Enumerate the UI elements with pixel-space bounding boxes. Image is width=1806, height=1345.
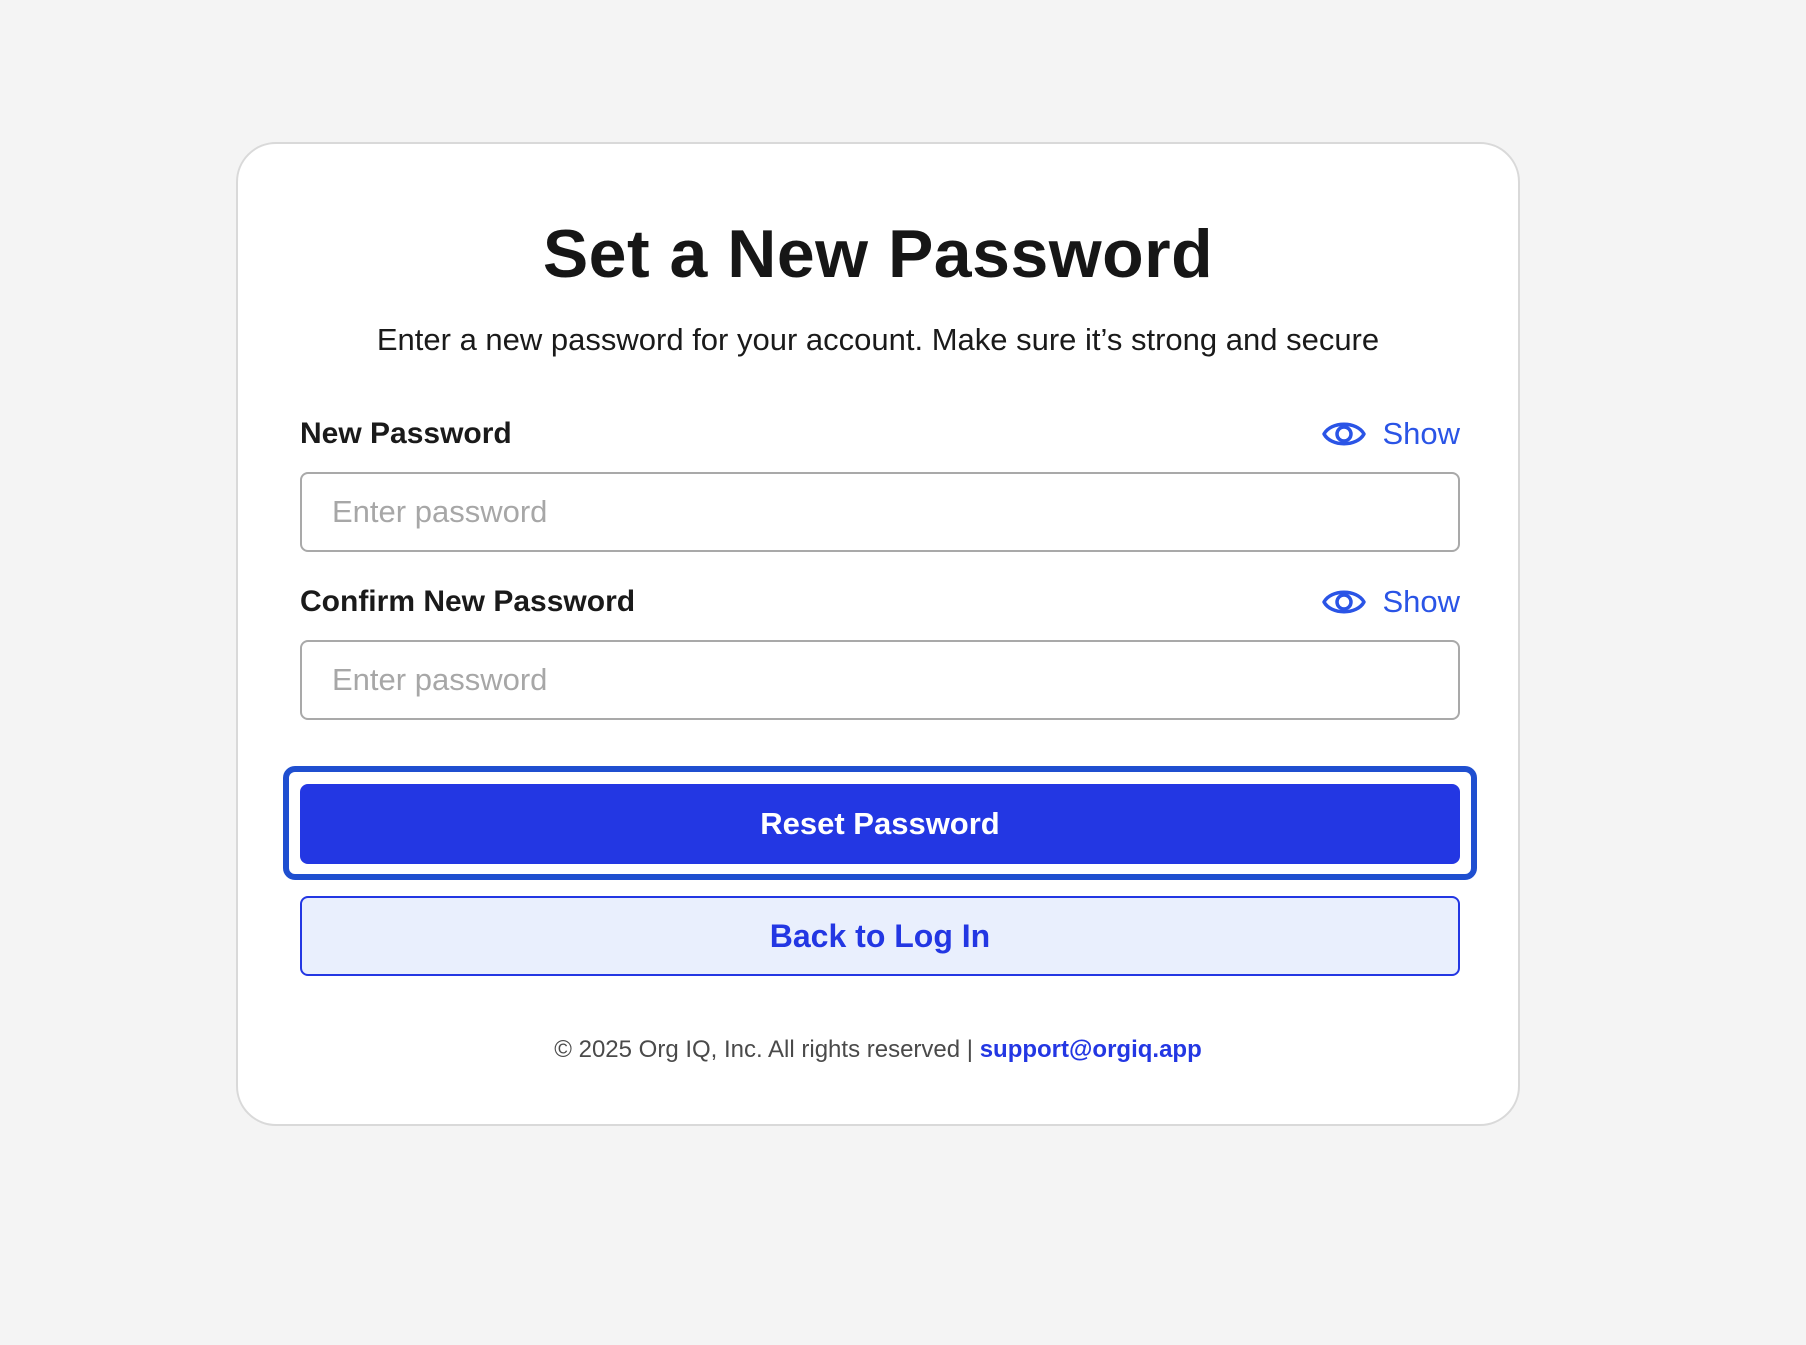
confirm-password-label-row: Confirm New Password Show: [300, 580, 1460, 624]
confirm-password-show-toggle[interactable]: Show: [1322, 580, 1460, 624]
reset-password-button[interactable]: Reset Password: [300, 784, 1460, 864]
new-password-label: New Password: [300, 417, 512, 450]
new-password-show-label: Show: [1382, 416, 1460, 451]
new-password-input[interactable]: [300, 472, 1460, 552]
support-email-link[interactable]: support@orgiq.app: [980, 1036, 1202, 1063]
confirm-password-show-label: Show: [1382, 584, 1460, 619]
copyright-text: © 2025 Org IQ, Inc. All rights reserved …: [554, 1036, 980, 1063]
page-subtitle: Enter a new password for your account. M…: [376, 322, 1380, 357]
footer: © 2025 Org IQ, Inc. All rights reserved …: [238, 1034, 1518, 1066]
reset-password-card: Set a New Password Enter a new password …: [236, 142, 1520, 1126]
eye-icon: [1322, 590, 1367, 614]
new-password-label-row: New Password Show: [300, 412, 1460, 456]
page-title: Set a New Password: [542, 216, 1214, 292]
eye-icon: [1322, 422, 1367, 446]
confirm-password-input[interactable]: [300, 640, 1460, 720]
new-password-show-toggle[interactable]: Show: [1322, 412, 1460, 456]
confirm-password-label: Confirm New Password: [300, 585, 636, 618]
back-to-login-button[interactable]: Back to Log In: [300, 896, 1460, 976]
